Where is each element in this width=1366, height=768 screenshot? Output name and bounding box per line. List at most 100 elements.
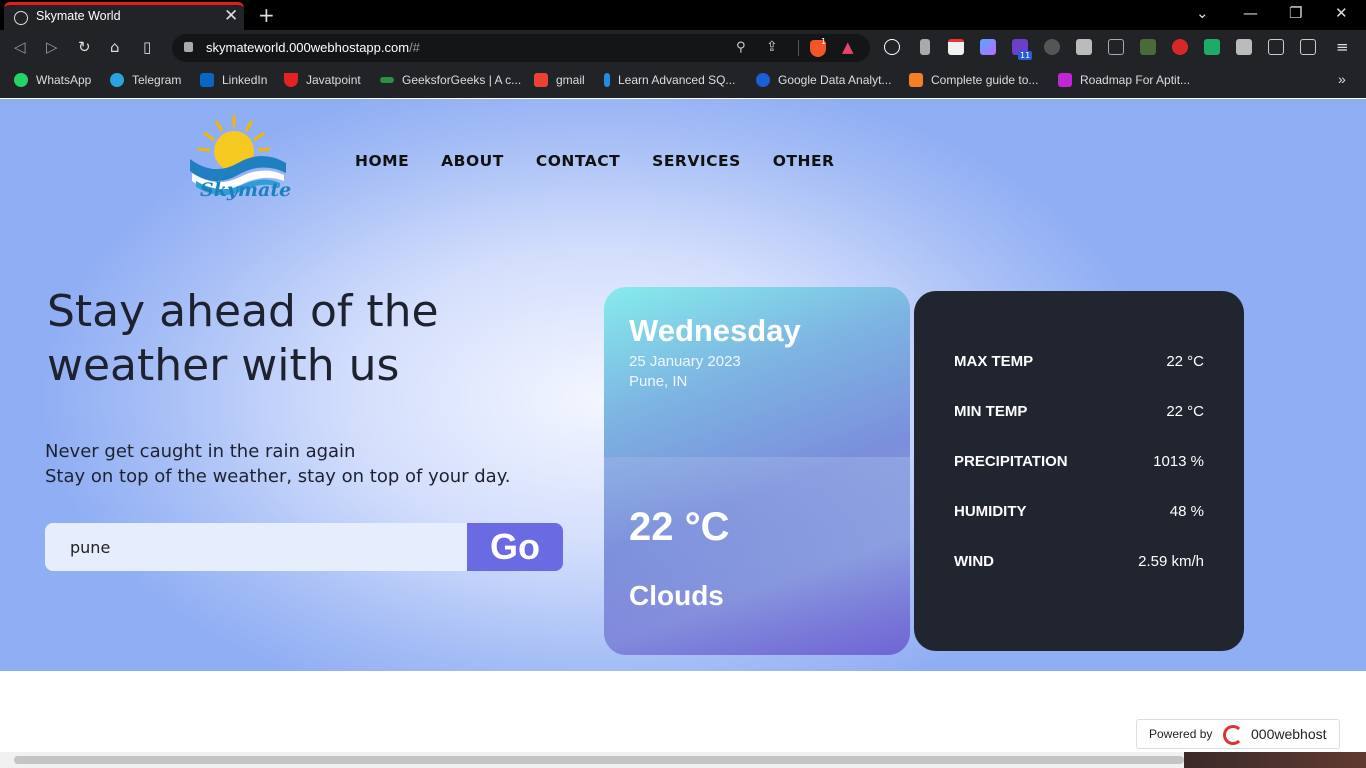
horizontal-scrollbar[interactable]: [0, 752, 1366, 768]
tab-search-chevron-icon[interactable]: ⌄: [1196, 4, 1209, 22]
stat-label: HUMIDITY: [954, 503, 1027, 520]
weather-day: Wednesday: [629, 313, 801, 348]
stat-label: WIND: [954, 553, 994, 570]
back-icon[interactable]: ◁: [14, 38, 26, 56]
bookmarks-overflow-icon[interactable]: »: [1338, 71, 1346, 87]
bookmark-complete-guide[interactable]: Complete guide to...: [909, 73, 1038, 87]
bookmark-learn-advanced-sql[interactable]: Learn Advanced SQ...: [604, 73, 735, 87]
bookmark-telegram[interactable]: Telegram: [110, 73, 181, 87]
bookmark-linkedin[interactable]: LinkedIn: [200, 73, 267, 87]
nav-contact[interactable]: CONTACT: [536, 152, 620, 170]
weather-temperature: 22 °C: [629, 505, 730, 549]
city-search: Go: [45, 523, 563, 571]
weather-location: Pune, IN: [629, 373, 688, 390]
stat-min-temp: MIN TEMP 22 °C: [954, 403, 1204, 420]
brave-rewards-icon[interactable]: ▲: [842, 38, 854, 56]
forward-icon[interactable]: ▷: [46, 38, 58, 56]
address-bar[interactable]: skymateworld.000webhostapp.com/# ⚲ ⇪ 1 ▲: [172, 34, 870, 62]
browser-tab[interactable]: Skymate World ✕: [4, 2, 244, 30]
tab-title: Skymate World: [36, 9, 121, 23]
menu-icon[interactable]: ≡: [1336, 38, 1349, 56]
globe-icon: [14, 11, 28, 25]
headline: Stay ahead of the weather with us: [47, 286, 439, 391]
javatpoint-icon: [284, 73, 298, 87]
weather-stats-panel: MAX TEMP 22 °C MIN TEMP 22 °C PRECIPITATIO…: [914, 291, 1244, 651]
tab-bar: Skymate World ✕ + ⌄ — ❐ ✕: [0, 0, 1366, 30]
powered-by-badge[interactable]: Powered by 000webhost: [1136, 719, 1340, 749]
wallet-icon[interactable]: [1300, 39, 1316, 55]
whatsapp-icon: [14, 73, 28, 87]
tab-close-icon[interactable]: ✕: [224, 6, 238, 26]
bookmark-whatsapp[interactable]: WhatsApp: [14, 73, 91, 87]
m-extension-icon[interactable]: [1172, 39, 1188, 55]
bookmark-icon[interactable]: ▯: [143, 38, 151, 56]
roadmap-icon: [1058, 73, 1072, 87]
extensions-puzzle-icon[interactable]: [1236, 39, 1252, 55]
weather-card: Wednesday 25 January 2023 Pune, IN 22 °C…: [604, 287, 910, 655]
lock-icon: [184, 42, 193, 52]
stat-label: MIN TEMP: [954, 403, 1028, 420]
reload-icon[interactable]: ↻: [78, 38, 91, 56]
chat-extension-icon[interactable]: [1204, 39, 1220, 55]
bookmark-javatpoint[interactable]: Javatpoint: [284, 73, 361, 87]
window-close-icon[interactable]: ✕: [1335, 4, 1348, 22]
taskbar-preview: [1184, 752, 1366, 768]
geeksforgeeks-icon: [380, 77, 394, 83]
subheadline-line-2: Stay on top of the weather, stay on top …: [45, 466, 511, 487]
subheadline: Never get caught in the rain again Stay …: [45, 439, 511, 489]
stat-max-temp: MAX TEMP 22 °C: [954, 353, 1204, 370]
restore-icon[interactable]: ❐: [1289, 4, 1302, 22]
address-divider: [798, 40, 799, 56]
spy-extension-icon[interactable]: [1044, 39, 1060, 55]
url-text[interactable]: skymateworld.000webhostapp.com/#: [206, 40, 420, 55]
new-tab-icon[interactable]: +: [258, 3, 275, 27]
skymate-logo[interactable]: Skymate: [186, 113, 292, 209]
k-icon: [604, 73, 610, 87]
react-devtools-icon[interactable]: [884, 39, 900, 55]
stat-wind: WIND 2.59 km/h: [954, 553, 1204, 570]
linkedin-icon: [200, 73, 214, 87]
gmail-icon: [534, 73, 548, 87]
powered-by-label: Powered by: [1149, 727, 1213, 741]
subheadline-line-1: Never get caught in the rain again: [45, 441, 356, 462]
sidebar-icon[interactable]: [1268, 39, 1284, 55]
camera-extension-icon[interactable]: [1076, 39, 1092, 55]
hat-extension-icon[interactable]: [1140, 39, 1156, 55]
stat-label: MAX TEMP: [954, 353, 1034, 370]
nav-about[interactable]: ABOUT: [441, 152, 504, 170]
nav-other[interactable]: OTHER: [773, 152, 835, 170]
stat-humidity: HUMIDITY 48 %: [954, 503, 1204, 520]
weather-date: 25 January 2023: [629, 353, 741, 370]
guide-icon: [909, 73, 923, 87]
stat-value: 22 °C: [1166, 353, 1204, 370]
extension-figure-icon[interactable]: [920, 39, 930, 55]
home-icon[interactable]: ⌂: [110, 38, 120, 56]
nav-services[interactable]: SERVICES: [652, 152, 741, 170]
location-icon[interactable]: ⚲: [736, 40, 746, 55]
hero-section: Skymate HOME ABOUT CONTACT SERVICES OTHER St…: [0, 99, 1366, 671]
stat-precipitation: PRECIPITATION 1013 %: [954, 453, 1204, 470]
sea-background: [604, 457, 910, 655]
color-grid-extension-icon[interactable]: [980, 39, 996, 55]
bookmark-roadmap-aptitude[interactable]: Roadmap For Aptit...: [1058, 73, 1190, 87]
scrollbar-thumb[interactable]: [14, 756, 1184, 764]
city-search-input[interactable]: [45, 523, 467, 571]
stat-value: 2.59 km/h: [1138, 553, 1204, 570]
minimize-icon[interactable]: —: [1243, 4, 1258, 22]
logo-text: Skymate: [200, 179, 292, 201]
main-nav: HOME ABOUT CONTACT SERVICES OTHER: [355, 151, 867, 170]
go-button[interactable]: Go: [467, 523, 563, 571]
browser-toolbar: ◁ ▷ ↻ ⌂ ▯ skymateworld.000webhostapp.com…: [0, 30, 1366, 66]
stat-value: 1013 %: [1153, 453, 1204, 470]
copy-extension-icon[interactable]: [1108, 39, 1124, 55]
bookmark-gmail[interactable]: gmail: [534, 73, 585, 87]
bookmark-google-data-analytics[interactable]: Google Data Analyt...: [756, 73, 891, 87]
share-icon[interactable]: ⇪: [766, 39, 778, 55]
bookmark-geeksforgeeks[interactable]: GeeksforGeeks | A c...: [380, 73, 521, 87]
000webhost-icon: [1223, 725, 1243, 745]
nav-home[interactable]: HOME: [355, 152, 409, 170]
telegram-icon: [110, 73, 124, 87]
extension-badge: 11: [1018, 51, 1033, 60]
notes-extension-icon[interactable]: [948, 39, 964, 55]
brave-badge: 1: [821, 37, 827, 46]
